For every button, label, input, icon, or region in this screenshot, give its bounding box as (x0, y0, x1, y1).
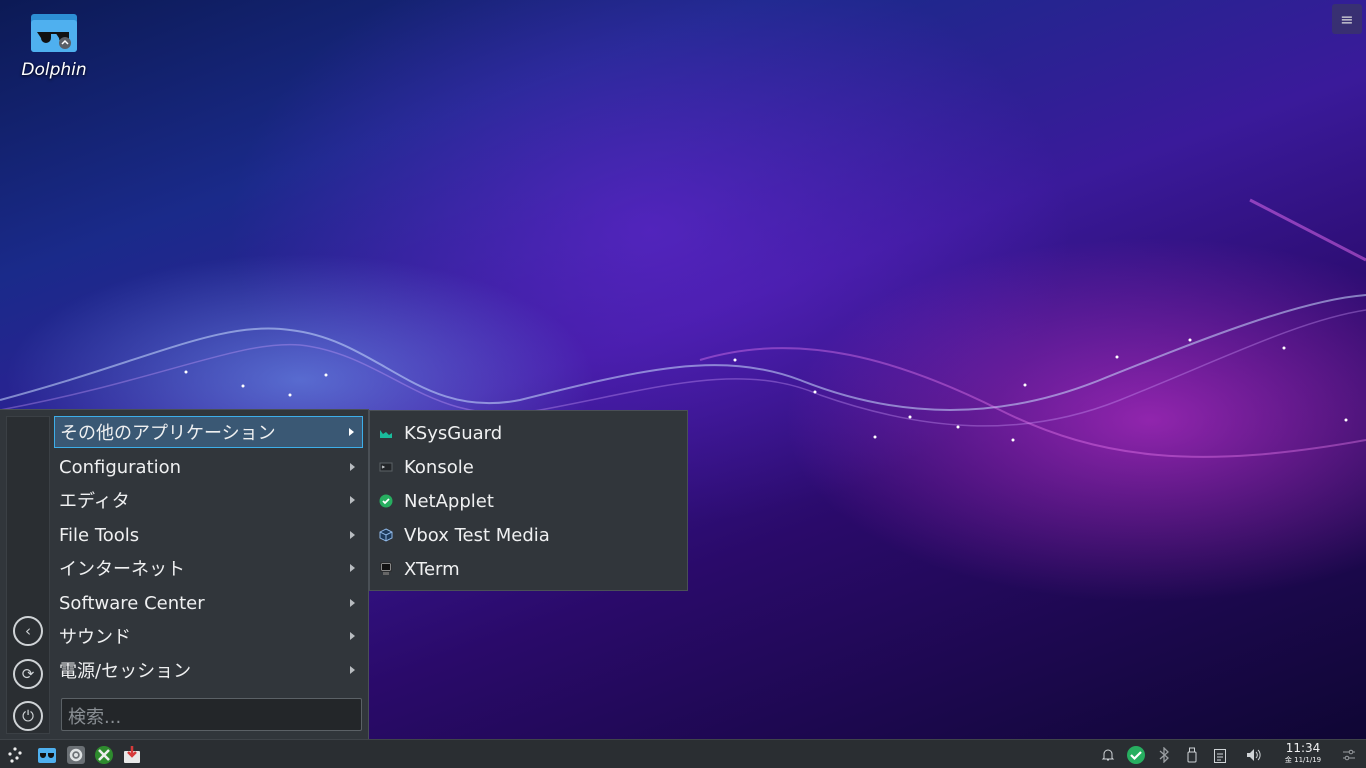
submenu-item-label: Konsole (404, 456, 474, 478)
application-menu: ‹ ⟳ ⏻ その他のアプリケーション Configuration エディタ Fi… (0, 409, 369, 739)
xbox-app-icon[interactable] (94, 745, 114, 765)
search-input[interactable]: 検索... (61, 698, 362, 731)
chevron-right-icon (349, 428, 354, 436)
start-menu-icon[interactable] (5, 745, 25, 765)
submenu-item-vbox-test-media[interactable]: Vbox Test Media (370, 519, 687, 551)
menu-item-internet[interactable]: インターネット (54, 552, 363, 584)
chevron-right-icon (350, 599, 355, 607)
network-check-icon[interactable] (1126, 745, 1146, 765)
menu-item-configuration[interactable]: Configuration (54, 451, 363, 483)
ksysguard-icon (380, 430, 392, 438)
netapplet-check-icon (379, 494, 393, 508)
submenu-item-label: Vbox Test Media (404, 524, 550, 546)
menu-item-label: インターネット (59, 559, 185, 580)
submenu-item-label: KSysGuard (404, 422, 503, 444)
menu-item-label: サウンド (59, 627, 131, 648)
virtualbox-icon (379, 528, 393, 542)
hamburger-menu-icon[interactable]: ≡ (1332, 4, 1362, 34)
chevron-right-icon (350, 531, 355, 539)
chevron-right-icon (350, 632, 355, 640)
usb-drive-icon[interactable] (1182, 745, 1202, 765)
clipboard-icon[interactable] (1210, 745, 1230, 765)
menu-item-label: Software Center (59, 592, 205, 614)
bluetooth-icon[interactable] (1154, 745, 1174, 765)
menu-item-label: エディタ (59, 491, 130, 512)
menu-sidebar: ‹ ⟳ ⏻ (6, 416, 50, 734)
chevron-right-icon (350, 496, 355, 504)
chevron-right-icon (350, 564, 355, 572)
submenu-item-ksysguard[interactable]: KSysGuard (370, 417, 687, 449)
submenu-item-label: NetApplet (404, 490, 494, 512)
menu-item-other-applications[interactable]: その他のアプリケーション (54, 416, 363, 448)
notification-bell-icon[interactable] (1098, 745, 1118, 765)
submenu-item-label: XTerm (404, 558, 460, 580)
menu-item-label: Configuration (59, 456, 182, 478)
search-placeholder: 検索... (68, 707, 122, 728)
submenu-other-applications: KSysGuard Konsole NetApplet Vbox Test Me… (369, 410, 688, 591)
menu-item-sound[interactable]: サウンド (54, 620, 363, 652)
xterm-icon (380, 562, 392, 575)
dolphin-icon[interactable] (37, 745, 57, 765)
submenu-item-konsole[interactable]: Konsole (370, 451, 687, 483)
desktop-icon-dolphin[interactable]: Dolphin (14, 10, 94, 80)
desktop-icon-label: Dolphin (21, 60, 87, 80)
dolphin-folder-icon (29, 10, 79, 54)
menu-item-label: File Tools (59, 524, 140, 546)
refresh-icon[interactable]: ⟳ (13, 659, 43, 689)
back-icon[interactable]: ‹ (13, 616, 43, 646)
installer-icon[interactable] (122, 745, 142, 765)
volume-icon[interactable] (1244, 745, 1264, 765)
menu-item-software-center[interactable]: Software Center (54, 587, 363, 619)
chevron-right-icon (350, 463, 355, 471)
clock-time: 11:34 (1285, 741, 1321, 755)
konsole-icon (379, 462, 393, 472)
submenu-item-xterm[interactable]: XTerm (370, 553, 687, 585)
menu-item-file-tools[interactable]: File Tools (54, 519, 363, 551)
submenu-item-netapplet[interactable]: NetApplet (370, 485, 687, 517)
power-icon[interactable]: ⏻ (13, 701, 43, 731)
settings-icon[interactable] (66, 745, 86, 765)
menu-item-label: その他のアプリケーション (60, 423, 276, 444)
menu-item-label: 電源/セッション (59, 661, 192, 682)
clock[interactable]: 11:34 金 11/1/19 (1281, 741, 1325, 765)
clock-date: 金 11/1/19 (1284, 756, 1322, 764)
menu-item-power-session[interactable]: 電源/セッション (54, 654, 363, 686)
taskbar: 11:34 金 11/1/19 (0, 739, 1366, 768)
panel-settings-icon[interactable] (1339, 745, 1359, 765)
menu-item-editor[interactable]: エディタ (54, 484, 363, 516)
chevron-right-icon (350, 666, 355, 674)
